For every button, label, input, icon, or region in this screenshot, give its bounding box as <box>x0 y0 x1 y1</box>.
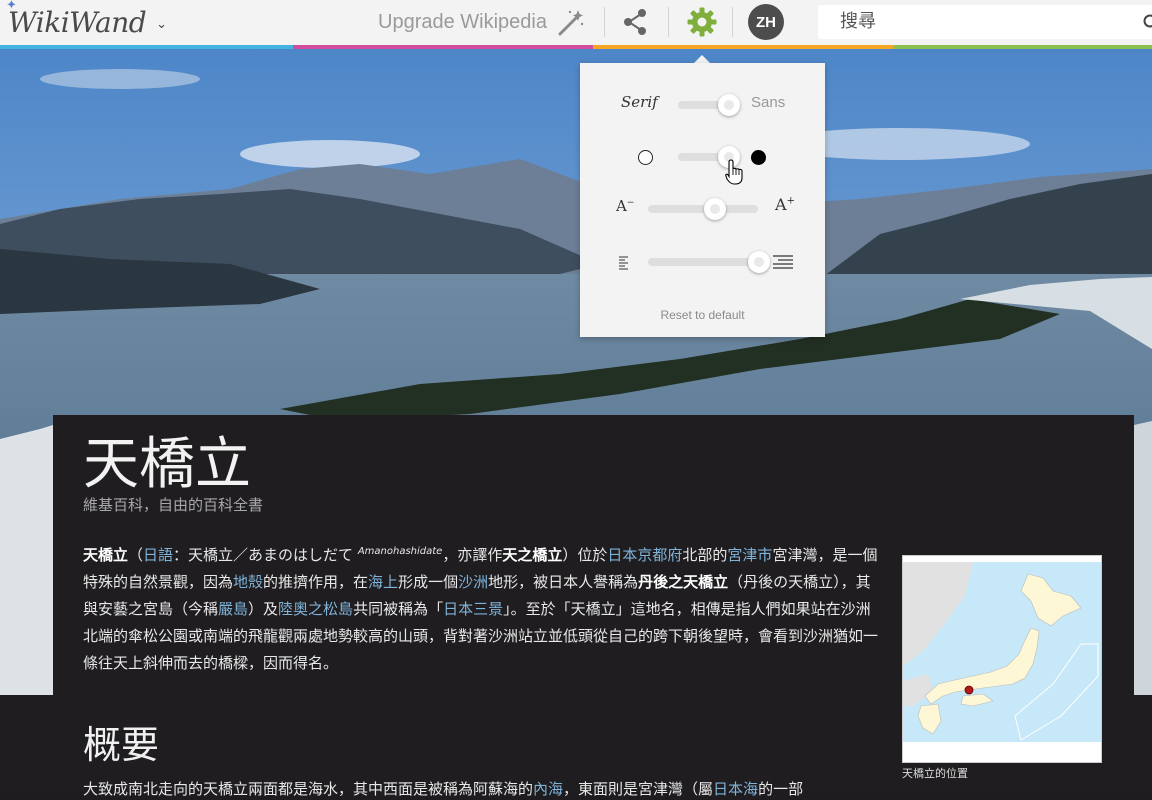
light-theme-icon <box>638 150 653 165</box>
link-three-views[interactable]: 日本三景 <box>443 600 503 618</box>
link-miyazu[interactable]: 宮津市 <box>727 546 772 564</box>
top-bar: ✦ WikiWand ⌄ Upgrade Wikipedia <box>0 0 1152 45</box>
line-spacing-knob[interactable] <box>748 251 770 273</box>
lead-text: 地形，被日本人譽稱為 <box>488 573 638 591</box>
strip-blue <box>0 45 293 49</box>
section-heading-overview: 概要 <box>83 718 159 772</box>
lead-paragraph: 天橋立（日語：天橋立／あまのはしだて Amanohashidate，亦譯作天之橋… <box>83 538 883 677</box>
lead-text: 北部的 <box>682 546 727 564</box>
lead-text: 的推擠作用，在 <box>263 573 368 591</box>
lead-romaji: Amanohashidate <box>358 546 443 557</box>
mouse-cursor-icon <box>725 158 743 186</box>
search-icon[interactable] <box>1143 14 1152 32</box>
text-size-row: A− A+ <box>580 194 825 224</box>
page-title: 天橋立 <box>83 425 251 505</box>
sans-label: Sans <box>751 94 785 111</box>
overview-paragraph: 大致成南北走向的天橋立兩面都是海水，其中西面是被稱為阿蘇海的內海，東面則是宮津灣… <box>83 778 883 800</box>
magic-wand-icon <box>555 8 585 38</box>
link-sea-of-japan[interactable]: 日本海 <box>713 780 758 798</box>
divider <box>732 7 733 37</box>
sparkle-icon: ✦ <box>6 0 16 13</box>
text-size-decrease-glyph: A <box>616 197 627 215</box>
strip-green <box>894 45 1152 49</box>
serif-label: Serif <box>621 93 658 111</box>
font-style-knob[interactable] <box>718 94 740 116</box>
lead-text: 形成一個 <box>398 573 458 591</box>
divider <box>604 7 605 37</box>
link-inner-sea[interactable]: 內海 <box>533 780 563 798</box>
location-map[interactable] <box>902 555 1102 763</box>
chevron-down-icon[interactable]: ⌄ <box>156 17 166 32</box>
upgrade-wikipedia-link[interactable]: Upgrade Wikipedia <box>378 0 585 45</box>
lead-tango-name: 丹後之天橋立 <box>638 573 728 591</box>
divider <box>668 7 669 37</box>
search-input[interactable] <box>838 10 1132 33</box>
map-caption: 天橋立的位置 <box>902 765 968 781</box>
lead-text: ）位於 <box>562 546 607 564</box>
lead-alt-name: 天之橋立 <box>502 546 562 564</box>
text-size-increase-glyph: A <box>775 195 787 214</box>
settings-popover: Serif Sans A− A+ Reset to default <box>580 63 825 337</box>
reset-to-default-link[interactable]: Reset to default <box>580 308 825 322</box>
page-subtitle: 維基百科，自由的百科全書 <box>83 494 263 515</box>
upgrade-label: Upgrade Wikipedia <box>378 11 547 34</box>
link-itsukushima[interactable]: 嚴島 <box>218 600 248 618</box>
link-sandbar[interactable]: 沙洲 <box>458 573 488 591</box>
overview-text: 的一部 <box>758 780 803 798</box>
wikiwand-logo[interactable]: ✦ WikiWand ⌄ <box>8 0 167 45</box>
lead-text: 共同被稱為「 <box>353 600 443 618</box>
share-icon[interactable] <box>621 8 649 36</box>
dark-theme-icon <box>751 150 766 165</box>
overview-text: ，東面則是宮津灣（屬 <box>563 780 713 798</box>
lead-term: 天橋立 <box>83 546 128 564</box>
theme-row <box>580 142 825 172</box>
line-spacing-slider[interactable] <box>648 258 758 266</box>
language-button[interactable]: ZH <box>748 4 784 40</box>
strip-magenta <box>293 45 593 49</box>
logo-text: WikiWand <box>8 6 146 39</box>
link-matsushima[interactable]: 陸奧之松島 <box>278 600 353 618</box>
lead-text: （ <box>128 546 143 564</box>
wide-lines-icon <box>773 255 793 270</box>
text-size-knob[interactable] <box>704 198 726 220</box>
text-size-decrease-icon: A− <box>616 197 634 215</box>
link-sea[interactable]: 海上 <box>368 573 398 591</box>
color-strip <box>0 45 1152 49</box>
lead-text: ，亦譯作 <box>442 546 502 564</box>
search-box <box>818 5 1152 39</box>
overview-text: 大致成南北走向的天橋立兩面都是海水，其中西面是被稱為阿蘇海的 <box>83 780 533 798</box>
link-kyoto[interactable]: 日本京都府 <box>607 546 682 564</box>
font-style-row: Serif Sans <box>580 90 825 120</box>
line-spacing-row <box>580 247 825 277</box>
narrow-lines-icon <box>619 256 629 270</box>
lead-text: ）及 <box>248 600 278 618</box>
link-crust[interactable]: 地殼 <box>233 573 263 591</box>
text-size-increase-icon: A+ <box>775 195 795 214</box>
gear-icon[interactable] <box>686 6 718 38</box>
lead-text: ：天橋立／あまのはしだて <box>173 546 358 564</box>
strip-orange <box>593 45 894 49</box>
link-japanese[interactable]: 日語 <box>143 546 173 564</box>
